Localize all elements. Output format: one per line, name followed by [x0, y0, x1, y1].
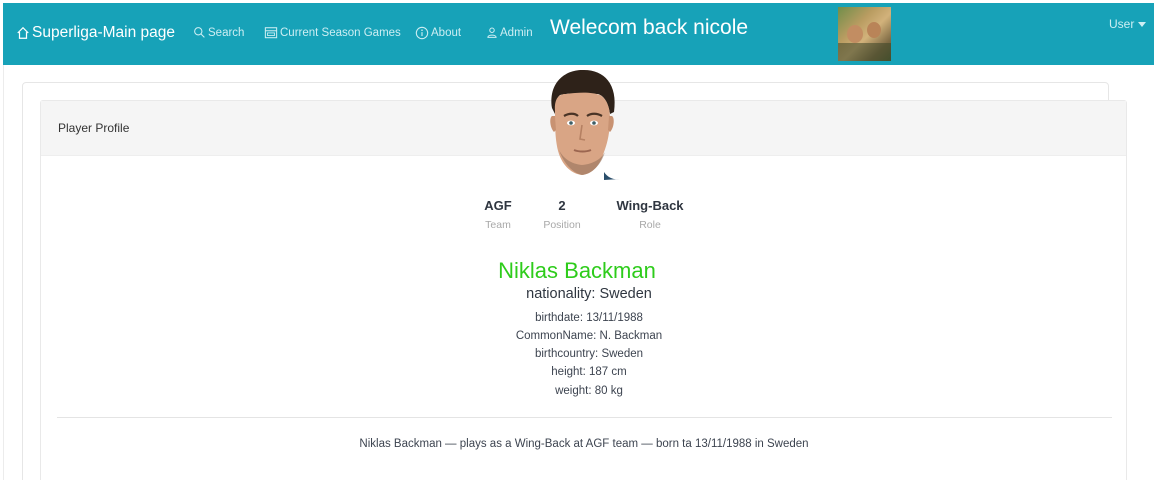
- player-summary: Niklas Backman — plays as a Wing-Back at…: [359, 438, 809, 450]
- nav-search[interactable]: Search: [193, 26, 244, 39]
- player-birthcountry: birthcountry: Sweden: [534, 348, 644, 360]
- nav-admin-label: Admin: [500, 26, 533, 39]
- nav-games-label: Current Season Games: [280, 26, 401, 39]
- navbar: Superliga-Main page Search Current Seaso…: [3, 3, 1154, 65]
- player-name: Niklas Backman: [498, 258, 656, 283]
- stat-team: AGF Team: [474, 198, 522, 231]
- player-height: height: 187 cm: [551, 366, 627, 378]
- player-portrait: [550, 69, 620, 180]
- stat-role: Wing-Back Role: [604, 198, 696, 231]
- nav-search-label: Search: [208, 26, 245, 39]
- team-label: Team: [485, 219, 511, 231]
- role-label: Role: [639, 219, 661, 231]
- info-icon: [415, 26, 429, 40]
- calendar-icon: [264, 26, 278, 39]
- search-icon: [193, 26, 206, 39]
- nav-about-label: About: [431, 27, 462, 39]
- brand-link[interactable]: Superliga-Main page: [16, 24, 175, 42]
- role-value: Wing-Back: [616, 198, 684, 213]
- user-avatar[interactable]: [838, 7, 891, 61]
- welcome-message: Welecom back nicole: [550, 16, 749, 39]
- player-common-name: CommonName: N. Backman: [515, 330, 663, 342]
- player-birthdate: birthdate: 13/11/1988: [535, 312, 643, 324]
- brand-label: Superliga-Main page: [32, 24, 176, 41]
- home-icon: [16, 26, 30, 40]
- user-dropdown[interactable]: User: [1109, 17, 1147, 31]
- player-nationality: nationality: Sweden: [526, 286, 652, 302]
- position-value: 2: [558, 198, 566, 213]
- nav-about[interactable]: About: [415, 26, 461, 40]
- nav-admin[interactable]: Admin: [486, 26, 533, 39]
- user-icon: [486, 26, 498, 39]
- stat-position: 2 Position: [536, 198, 588, 231]
- nav-current-season-games[interactable]: Current Season Games: [264, 26, 401, 39]
- position-label: Position: [543, 219, 581, 231]
- team-value: AGF: [484, 198, 512, 213]
- caret-down-icon: [1138, 22, 1147, 27]
- card-title: Player Profile: [58, 121, 130, 135]
- player-weight: weight: 80 kg: [555, 385, 623, 397]
- divider: [57, 417, 1112, 418]
- user-dropdown-label: User: [1109, 17, 1135, 31]
